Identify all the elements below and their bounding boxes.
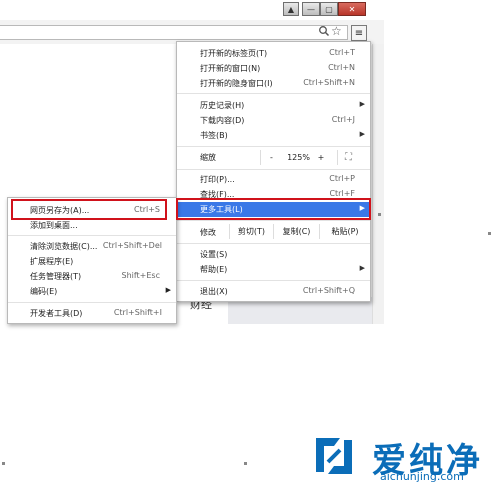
fullscreen-icon[interactable]: ⛶ [337, 150, 359, 165]
submenu-item-task-manager[interactable]: 任务管理器(T) Shift+Esc [8, 269, 176, 284]
scrollbar[interactable] [372, 44, 384, 324]
submenu-item-clear-browsing-data[interactable]: 清除浏览数据(C)... Ctrl+Shift+Del [8, 239, 176, 254]
menu-separator [177, 146, 370, 147]
bookmark-star-icon[interactable]: ☆ [331, 24, 345, 38]
zoom-label: 缩放 [200, 153, 216, 162]
submenu-item-developer-tools[interactable]: 开发者工具(D) Ctrl+Shift+I [8, 306, 176, 321]
menu-separator [177, 169, 370, 170]
zoom-out-button[interactable]: - [260, 150, 282, 165]
watermark-url: aichunjing.com [380, 470, 464, 483]
submenu-item-extensions[interactable]: 扩展程序(E) [8, 254, 176, 269]
chrome-menu-button[interactable]: ≡ [351, 25, 367, 41]
menu-separator [177, 280, 370, 281]
resize-handle [378, 213, 381, 216]
menu-item-exit[interactable]: 退出(X) Ctrl+Shift+Q [177, 284, 370, 299]
submenu-item-encoding[interactable]: 编码(E) ▶ [8, 284, 176, 299]
watermark-logo-icon [310, 432, 358, 480]
menu-separator [177, 220, 370, 221]
zoom-row: 缩放 - 125% + ⛶ [177, 148, 370, 167]
resize-handle [488, 232, 491, 235]
paste-button[interactable]: 粘贴(P) [319, 224, 370, 239]
menu-item-settings[interactable]: 设置(S) [177, 247, 370, 262]
menu-item-history[interactable]: 历史记录(H) ▶ [177, 98, 370, 113]
zoom-level: 125% [287, 153, 310, 162]
menu-item-new-window[interactable]: 打开新的窗口(N) Ctrl+N [177, 61, 370, 76]
submenu-item-add-to-desktop[interactable]: 添加到桌面... [8, 218, 176, 233]
maximize-button[interactable]: ▢ [320, 2, 338, 16]
menu-separator [177, 93, 370, 94]
menu-item-help[interactable]: 帮助(E) ▶ [177, 262, 370, 277]
edit-label: 修改 [200, 228, 216, 237]
menu-separator [177, 243, 370, 244]
resize-handle [244, 462, 247, 465]
menu-item-bookmarks[interactable]: 书签(B) ▶ [177, 128, 370, 143]
edit-row: 修改 剪切(T) 复制(C) 粘贴(P) [177, 222, 370, 241]
menu-item-new-tab[interactable]: 打开新的标签页(T) Ctrl+T [177, 46, 370, 61]
minimize-button[interactable]: — [302, 2, 320, 16]
copy-button[interactable]: 复制(C) [273, 224, 319, 239]
address-bar[interactable] [0, 25, 348, 40]
search-icon[interactable] [318, 25, 330, 39]
pin-button[interactable]: ▲ [283, 2, 299, 16]
zoom-in-button[interactable]: + [315, 150, 327, 165]
chrome-main-menu: 打开新的标签页(T) Ctrl+T 打开新的窗口(N) Ctrl+N 打开新的隐身窗… [176, 41, 371, 302]
cut-button[interactable]: 剪切(T) [229, 224, 273, 239]
close-button[interactable]: ✕ [338, 2, 366, 16]
annotation-box-more-tools [176, 198, 371, 220]
menu-separator [8, 235, 176, 236]
menu-item-incognito[interactable]: 打开新的隐身窗口(I) Ctrl+Shift+N [177, 76, 370, 91]
resize-handle [2, 462, 5, 465]
menu-separator [8, 302, 176, 303]
annotation-box-save-page [11, 199, 167, 220]
menu-item-print[interactable]: 打印(P)... Ctrl+P [177, 172, 370, 187]
menu-item-downloads[interactable]: 下载内容(D) Ctrl+J [177, 113, 370, 128]
